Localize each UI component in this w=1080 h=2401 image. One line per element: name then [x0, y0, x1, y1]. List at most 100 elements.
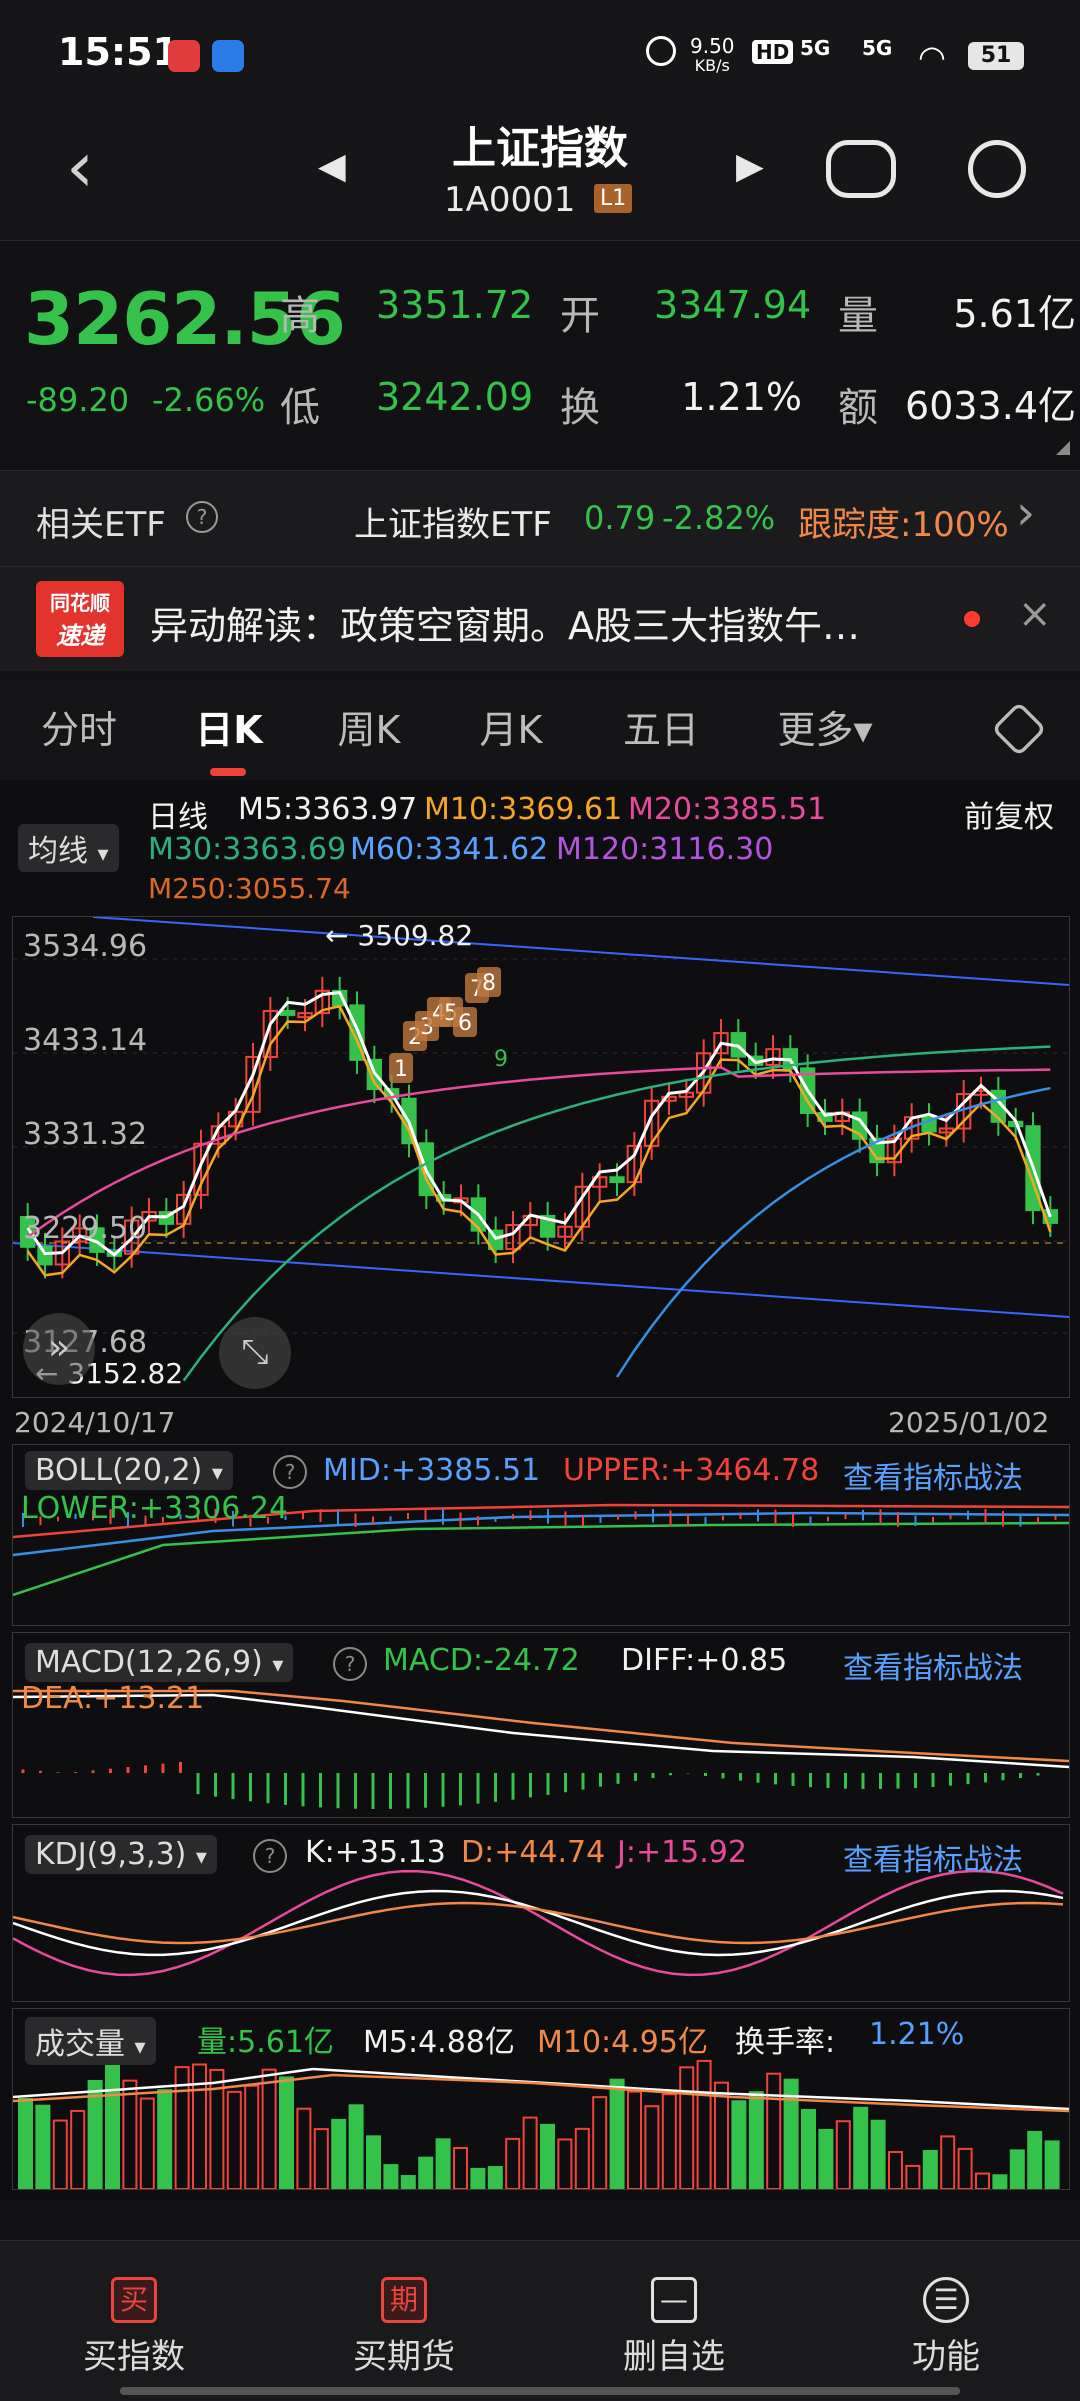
volume-bar [644, 2105, 660, 2189]
boll-strategy-link[interactable]: 查看指标战法 [843, 1453, 1023, 1497]
status-bar: 15:51 9.50 KB/s HD 5G 5G ◠ 51 [0, 0, 1080, 112]
chart-area: 日线 M5:3363.97 M10:3369.61 M20:3385.51 前复… [0, 780, 1080, 2200]
kline-chart[interactable]: 123456789 [13, 917, 1069, 1397]
expand-corner-icon[interactable] [1056, 441, 1070, 455]
help-icon[interactable]: ? [186, 501, 218, 533]
tab-more[interactable]: 更多▾ [760, 680, 890, 780]
remove-watchlist-label: 删自选 [623, 2337, 725, 2377]
boll-selector[interactable]: BOLL(20,2) ▾ [25, 1451, 233, 1490]
signal-5g-icon-2: 5G [862, 36, 893, 60]
trend-line-lower [13, 1242, 1069, 1318]
kline-panel[interactable]: 123456789 3534.96 3433.14 3331.32 3229.5… [12, 916, 1070, 1398]
tab-monthly-k[interactable]: 月K [452, 680, 570, 780]
volume-bar [818, 2128, 834, 2189]
low-label: 低 [280, 385, 320, 431]
macd-selector[interactable]: MACD(12,26,9) ▾ [25, 1643, 294, 1682]
news-headline[interactable]: 异动解读：政策空窗期。A股三大指数午… [150, 595, 860, 650]
price-change: -89.20 [26, 381, 130, 419]
functions-button[interactable]: ☰ 功能 [846, 2241, 1046, 2378]
remove-watchlist-button[interactable]: — 删自选 [574, 2241, 774, 2378]
boll-lower: LOWER:+3306.24 [21, 1491, 289, 1526]
kdj-panel[interactable]: KDJ(9,3,3) ▾ ? K:+35.13 D:+44.74 J:+15.9… [12, 1824, 1070, 2002]
volume-bar [992, 2174, 1008, 2189]
chevron-right-icon[interactable]: › [1016, 485, 1035, 541]
volume-bar [418, 2156, 434, 2189]
macd-dea: DEA:+13.21 [21, 1681, 205, 1716]
gesture-bar [120, 2387, 960, 2395]
td-signal-label: 9 [494, 1047, 508, 1072]
help-icon[interactable]: ? [273, 1455, 307, 1489]
kdj-selector[interactable]: KDJ(9,3,3) ▾ [25, 1835, 217, 1874]
buy-futures-button[interactable]: 期 买期货 [304, 2241, 504, 2378]
ma5-value: M5:3363.97 [238, 792, 418, 827]
news-bar[interactable]: 同花顺 速递 异动解读：政策空窗期。A股三大指数午… × [0, 566, 1080, 671]
related-etf-bar[interactable]: 相关ETF ? 上证指数ETF 0.79 -2.82% 跟踪度:100% › [0, 470, 1080, 567]
help-icon[interactable]: ? [333, 1647, 367, 1681]
volume-bar [18, 2098, 33, 2189]
ma60-value: M60:3341.62 [350, 832, 549, 867]
kdj-strategy-link[interactable]: 查看指标战法 [843, 1835, 1023, 1879]
volume-bar [922, 2149, 938, 2189]
ma250-value: M250:3055.74 [148, 872, 351, 905]
futures-icon: 期 [381, 2277, 427, 2323]
volume-bar [540, 2123, 555, 2189]
search-icon[interactable] [968, 140, 1026, 198]
help-icon[interactable]: ? [253, 1839, 287, 1873]
volume-bar [748, 2091, 764, 2189]
tab-five-day[interactable]: 五日 [596, 680, 726, 780]
candle-body [37, 1245, 53, 1266]
tab-daily-k[interactable]: 日K [170, 680, 288, 780]
page-title: 上证指数 [452, 123, 628, 174]
kdj-k-line [13, 1889, 1064, 1957]
candle-body [609, 1176, 625, 1184]
tab-intraday[interactable]: 分时 [20, 680, 138, 780]
open-value: 3347.94 [654, 283, 812, 327]
fullscreen-icon[interactable]: ⤡ [219, 1317, 291, 1389]
header: ‹ ◀ 上证指数 1A0001 L1 ▶ [0, 112, 1080, 240]
date-end: 2025/01/02 [888, 1406, 1050, 1439]
tab-weekly-k[interactable]: 周K [310, 680, 428, 780]
volume-bar [400, 2175, 416, 2189]
back-icon[interactable]: ‹ [66, 132, 94, 202]
open-label: 开 [560, 293, 600, 339]
ma20-line [26, 1066, 1051, 1239]
volume-bar [122, 2079, 138, 2189]
volume-bar [679, 2066, 695, 2189]
volume-selector[interactable]: 成交量 ▾ [25, 2017, 156, 2065]
volume-bar [487, 2166, 503, 2189]
settings-icon[interactable] [991, 701, 1047, 757]
macd-strategy-link[interactable]: 查看指标战法 [843, 1643, 1023, 1687]
adjust-mode[interactable]: 前复权 [964, 792, 1054, 836]
volume-bar [52, 2119, 68, 2189]
volume-bar [453, 2147, 468, 2189]
price-change-pct: -2.66% [152, 381, 266, 419]
volume-bar [592, 2096, 608, 2189]
volume-bar [105, 2064, 120, 2189]
volume-bar [470, 2167, 486, 2189]
boll-panel[interactable]: BOLL(20,2) ▾ ? MID:+3385.51 UPPER:+3464.… [12, 1444, 1070, 1626]
volume-bar [835, 2120, 851, 2189]
ma5-line [26, 990, 1052, 1257]
turnover-rate-value: 1.21% [869, 2017, 965, 2052]
expand-left-icon[interactable]: » [23, 1313, 95, 1385]
etf-label: 相关ETF [36, 505, 166, 545]
buy-index-button[interactable]: 买 买指数 [34, 2241, 234, 2378]
hd-icon: HD [752, 40, 794, 64]
volume-bar [348, 2104, 364, 2189]
volume-bar [957, 2147, 973, 2189]
volume-bar [313, 2128, 329, 2189]
volume-bar [853, 2106, 869, 2189]
high-label: 高 [280, 293, 320, 339]
next-stock-icon[interactable]: ▶ [736, 146, 764, 187]
robot-assistant-icon[interactable] [826, 140, 896, 198]
volume-value: 5.61亿 [953, 292, 1076, 336]
volume-bar [522, 2116, 538, 2189]
macd-diff: DIFF:+0.85 [621, 1643, 788, 1678]
macd-panel[interactable]: MACD(12,26,9) ▾ ? MACD:-24.72 DIFF:+0.85… [12, 1632, 1070, 1818]
volume-bar [1044, 2140, 1060, 2189]
volume-bar [366, 2135, 381, 2189]
unread-dot [964, 611, 980, 627]
ma-selector[interactable]: 均线 ▾ [18, 824, 119, 872]
close-icon[interactable]: × [1018, 591, 1052, 637]
volume-panel[interactable]: 成交量 ▾ 量:5.61亿 M5:4.88亿 M10:4.95亿 换手率: 1.… [12, 2008, 1070, 2190]
